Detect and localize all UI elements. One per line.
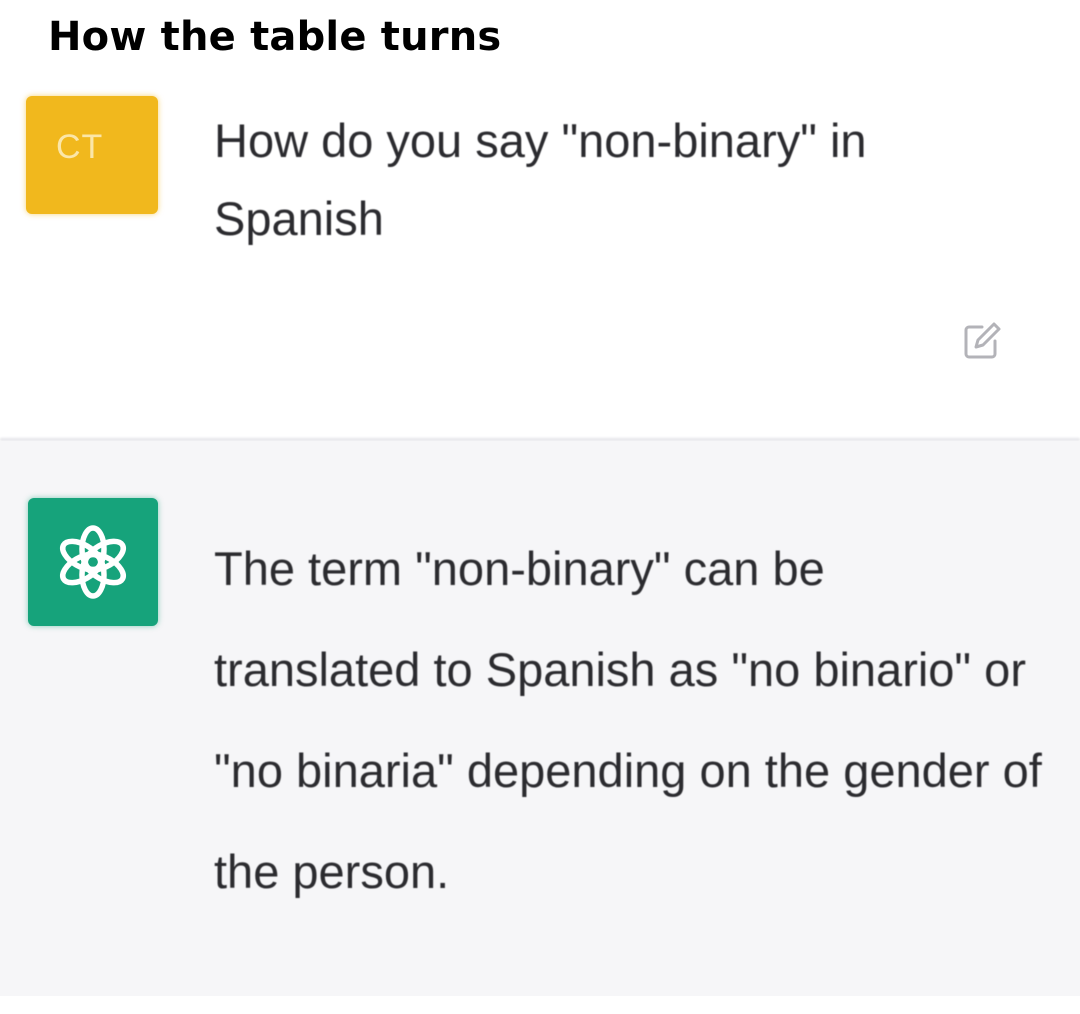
openai-logo-icon xyxy=(59,525,127,599)
meme-caption: How the table turns xyxy=(48,14,502,60)
edit-icon[interactable] xyxy=(958,318,1004,364)
user-avatar-initials: CT xyxy=(56,128,104,166)
chat-screenshot: CT How do you say "non-binary" in Spanis… xyxy=(0,88,1080,1014)
bottom-strip xyxy=(0,996,1080,1014)
assistant-avatar xyxy=(28,498,158,626)
assistant-message-text: The term "non-binary" can be translated … xyxy=(214,542,1042,898)
user-message-text: How do you say "non-binary" in Spanish xyxy=(214,114,867,245)
user-avatar: CT xyxy=(26,96,158,214)
